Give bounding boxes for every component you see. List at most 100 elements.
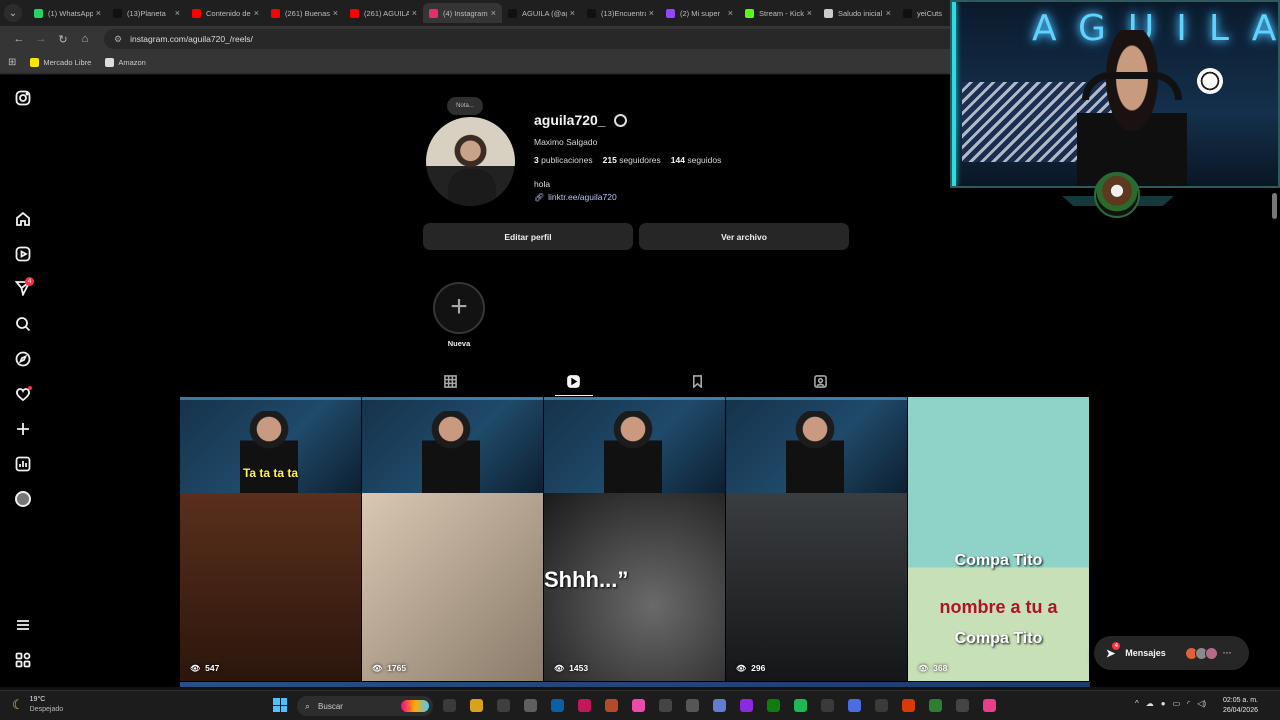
messages-nav-icon[interactable]: 4 xyxy=(12,277,34,299)
browser-tab[interactable]: AGUILA (@aguila)× xyxy=(502,3,581,23)
taskbar-app-icon[interactable] xyxy=(686,699,699,712)
tray-volume-icon[interactable]: ◁) xyxy=(1197,699,1206,708)
profile-avatar[interactable] xyxy=(424,115,517,208)
site-info-icon[interactable]: ⚙ xyxy=(114,34,122,45)
start-windows-icon[interactable] xyxy=(273,698,287,712)
tab-close-icon[interactable]: × xyxy=(175,8,180,18)
home-nav-icon[interactable] xyxy=(12,208,34,230)
reels-nav-icon[interactable] xyxy=(12,243,34,265)
instagram-logo-icon[interactable] xyxy=(12,87,34,109)
browser-tab[interactable]: Saludo inicial × xyxy=(818,3,897,23)
taskbar-app-icon[interactable] xyxy=(497,699,510,712)
tray-monitor-icon[interactable]: ▭ xyxy=(1173,699,1181,708)
reel-tile[interactable]: 👁︎ 1765 xyxy=(362,397,543,681)
new-highlight-button[interactable]: + xyxy=(433,282,485,334)
tray-cloud-icon[interactable]: ☁ xyxy=(1146,699,1154,708)
taskbar-app-icon[interactable] xyxy=(929,699,942,712)
following-stat[interactable]: 144 seguidos xyxy=(671,155,722,165)
browser-tab[interactable]: (1) WhatsApp × xyxy=(28,3,107,23)
page-scrollbar[interactable] xyxy=(1272,193,1277,219)
address-bar[interactable]: ⚙ instagram.com/aguila720_/reels/ xyxy=(104,29,984,49)
settings-gear-icon[interactable] xyxy=(613,113,627,127)
taskbar-clock[interactable]: 02:05 a. m. 26/04/2026 xyxy=(1223,696,1258,716)
browser-tab[interactable]: (4) Instagram × xyxy=(423,3,502,23)
bookmark-mercado-libre[interactable]: Mercado Libre xyxy=(30,58,91,67)
taskbar-app-icon[interactable] xyxy=(470,699,483,712)
browser-tab[interactable]: (13)Planeta × xyxy=(107,3,186,23)
forward-icon[interactable]: → xyxy=(30,33,52,45)
reel-tile[interactable]: Compa Tito nombre a tu a Compa Tito 👁︎ 36… xyxy=(908,397,1089,681)
messages-button[interactable]: ➤ 4 Mensajes ··· xyxy=(1094,636,1249,670)
tab-close-icon[interactable]: × xyxy=(728,8,733,18)
taskbar-app-icon[interactable] xyxy=(443,699,456,712)
reel-streamer xyxy=(422,411,480,493)
tab-close-icon[interactable]: × xyxy=(491,8,496,18)
taskbar-app-icon[interactable] xyxy=(632,699,645,712)
note-bubble[interactable]: Nota... xyxy=(447,97,483,115)
tab-close-icon[interactable]: × xyxy=(886,8,891,18)
tab-close-icon[interactable]: × xyxy=(412,8,417,18)
apps-grid-icon[interactable]: ⊞ xyxy=(8,57,16,68)
taskbar-app-icon[interactable] xyxy=(902,699,915,712)
tab-reels[interactable] xyxy=(559,370,587,392)
also-from-meta-icon[interactable] xyxy=(12,649,34,671)
home-icon[interactable]: ⌂ xyxy=(74,33,96,45)
browser-tab[interactable]: (2) Mi super × xyxy=(660,3,739,23)
browser-tab[interactable]: Stream - Kick × xyxy=(739,3,818,23)
profile-avatar-icon[interactable] xyxy=(12,488,34,510)
notifications-heart-icon[interactable] xyxy=(12,383,34,405)
taskbar-app-icon[interactable] xyxy=(956,699,969,712)
taskbar-app-icon[interactable] xyxy=(659,699,672,712)
tab-saved[interactable] xyxy=(683,370,711,392)
taskbar-app-icon[interactable] xyxy=(875,699,888,712)
tab-close-icon[interactable]: × xyxy=(649,8,654,18)
edit-profile-button[interactable]: Editar perfil xyxy=(423,223,633,250)
taskbar-app-icon[interactable] xyxy=(821,699,834,712)
taskbar-app-icon[interactable] xyxy=(605,699,618,712)
browser-tab[interactable]: (261) Buenas × xyxy=(265,3,344,23)
reel-views: 👁︎ 296 xyxy=(736,663,765,673)
taskbar-app-icon[interactable] xyxy=(713,699,726,712)
taskbar-app-icon[interactable] xyxy=(794,699,807,712)
tray-mic-icon[interactable]: ● xyxy=(1161,699,1166,708)
tray-wifi-icon[interactable]: ◜ xyxy=(1187,699,1190,708)
profile-link[interactable]: 🔗︎ linktr.ee/aguila720 xyxy=(534,192,617,202)
taskbar-search[interactable]: ⌕ Buscar xyxy=(297,696,433,716)
tab-close-icon[interactable]: × xyxy=(333,8,338,18)
more-menu-icon[interactable] xyxy=(12,614,34,636)
browser-tab[interactable]: (13)Encuentra × xyxy=(581,3,660,23)
tab-posts[interactable] xyxy=(436,370,464,392)
tab-close-icon[interactable]: × xyxy=(96,8,101,18)
reel-tile[interactable]: Ta ta ta ta 👁︎ 547 xyxy=(180,397,361,681)
tab-close-icon[interactable]: × xyxy=(807,8,812,18)
back-icon[interactable]: ← xyxy=(8,33,30,45)
create-plus-icon[interactable] xyxy=(12,418,34,440)
explore-nav-icon[interactable] xyxy=(12,348,34,370)
followers-stat[interactable]: 215 seguidores xyxy=(603,155,661,165)
plus-icon: + xyxy=(450,289,468,323)
tab-search-icon[interactable]: ⌄ xyxy=(4,4,22,22)
taskbar-app-icon[interactable] xyxy=(983,699,996,712)
tray-chevron-icon[interactable]: ^ xyxy=(1135,699,1139,708)
taskbar-app-icon[interactable] xyxy=(578,699,591,712)
reel-tile[interactable]: 👁︎ 296 xyxy=(726,397,907,681)
dashboard-chart-icon[interactable] xyxy=(12,453,34,475)
reel-tile[interactable]: Shhh...” 👁︎ 1453 xyxy=(544,397,725,681)
browser-tab[interactable]: Contenido del canal× xyxy=(186,3,265,23)
taskbar-app-icon[interactable] xyxy=(740,699,753,712)
tab-close-icon[interactable]: × xyxy=(254,8,259,18)
views-count: 547 xyxy=(205,663,220,673)
taskbar-app-icon[interactable] xyxy=(524,699,537,712)
bookmark-amazon[interactable]: Amazon xyxy=(105,58,146,67)
view-archive-button[interactable]: Ver archivo xyxy=(639,223,849,250)
tab-close-icon[interactable]: × xyxy=(570,8,575,18)
taskbar-app-icon[interactable] xyxy=(551,699,564,712)
weather-widget[interactable]: ☾ 19°C Despejado xyxy=(12,695,63,715)
tab-tagged[interactable] xyxy=(806,370,834,392)
search-nav-icon[interactable] xyxy=(12,313,34,335)
following-label: seguidos xyxy=(687,155,722,165)
taskbar-app-icon[interactable] xyxy=(848,699,861,712)
taskbar-app-icon[interactable] xyxy=(767,699,780,712)
reload-icon[interactable]: ↻ xyxy=(52,33,74,46)
browser-tab[interactable]: (261) AGUILA × xyxy=(344,3,423,23)
